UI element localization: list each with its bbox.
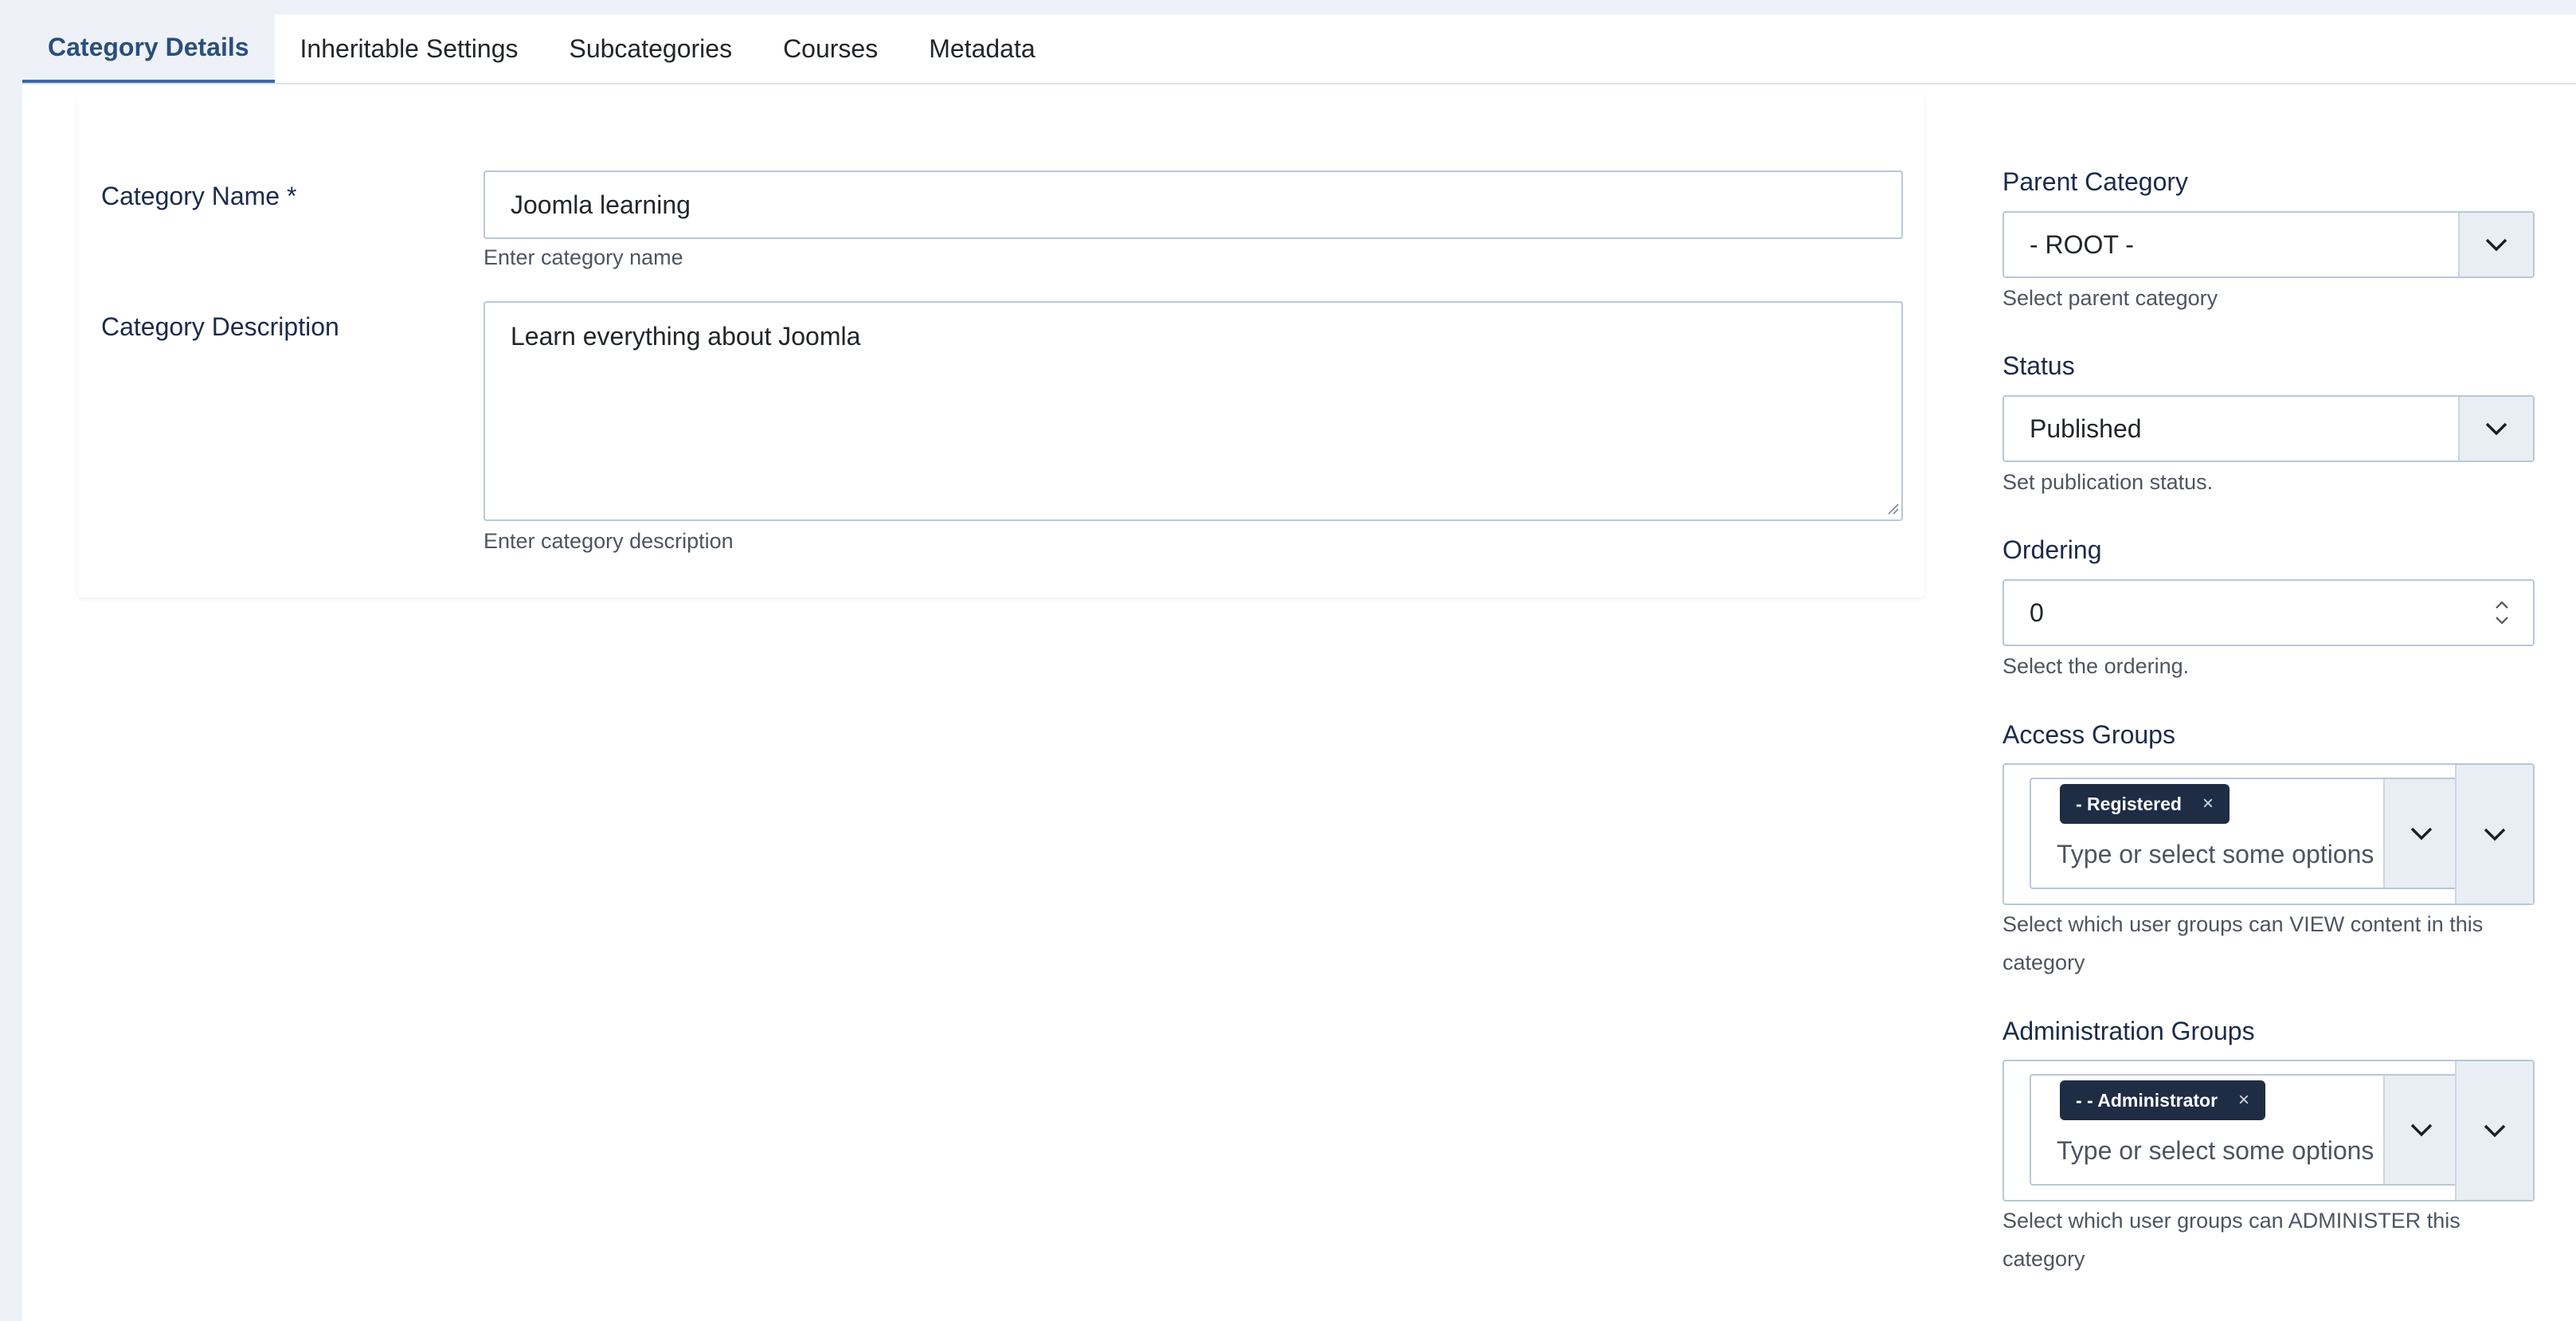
category-name-input[interactable] (483, 171, 1903, 239)
category-description-textarea[interactable]: Learn everything about Joomla (483, 301, 1903, 521)
chevron-down-icon[interactable] (2455, 765, 2533, 904)
parent-category-hint: Select parent category (2002, 286, 2218, 310)
status-select[interactable]: Published (2002, 395, 2535, 462)
access-groups-choices[interactable]: - Registered × Type or select some optio… (2030, 778, 2460, 889)
tab-subcategories[interactable]: Subcategories (543, 14, 758, 83)
ordering-label: Ordering (2002, 535, 2102, 564)
access-groups-label: Access Groups (2002, 720, 2175, 749)
tab-category-details[interactable]: Category Details (22, 14, 275, 83)
chevron-down-icon[interactable] (2455, 1061, 2533, 1200)
number-stepper-icon[interactable] (2493, 595, 2511, 630)
chevron-down-icon[interactable] (2458, 213, 2533, 276)
status-hint: Set publication status. (2002, 470, 2214, 494)
access-groups-select[interactable]: - Registered × Type or select some optio… (2002, 763, 2535, 905)
administration-groups-select[interactable]: - - Administrator × Type or select some … (2002, 1060, 2535, 1201)
access-group-chip-label: - Registered (2076, 793, 2182, 814)
parent-category-label: Parent Category (2002, 167, 2189, 196)
category-description-hint: Enter category description (483, 529, 734, 553)
details-card: Category Name * Enter category name Cate… (78, 94, 1924, 598)
parent-category-select[interactable]: - ROOT - (2002, 211, 2535, 278)
category-name-label: Category Name * (101, 182, 297, 210)
tab-inheritable-settings[interactable]: Inheritable Settings (275, 14, 544, 83)
administration-group-chip: - - Administrator × (2060, 1080, 2266, 1120)
parent-category-value: - ROOT - (2030, 230, 2134, 259)
status-label: Status (2002, 351, 2075, 380)
category-name-hint: Enter category name (483, 245, 683, 269)
access-group-chip: - Registered × (2060, 784, 2230, 824)
administration-groups-placeholder[interactable]: Type or select some options (2057, 1136, 2374, 1166)
chevron-down-icon[interactable] (2383, 779, 2458, 888)
administration-groups-label: Administration Groups (2002, 1017, 2255, 1045)
ordering-value: 0 (2030, 598, 2044, 627)
close-icon[interactable]: × (2202, 793, 2214, 815)
close-icon[interactable]: × (2238, 1089, 2249, 1111)
administration-groups-choices[interactable]: - - Administrator × Type or select some … (2030, 1074, 2460, 1186)
access-groups-hint: Select which user groups can VIEW conten… (2002, 912, 2484, 974)
access-groups-placeholder[interactable]: Type or select some options (2057, 840, 2374, 869)
resize-grip-icon[interactable] (1886, 502, 1899, 515)
ordering-input[interactable]: 0 (2002, 579, 2535, 646)
tab-courses[interactable]: Courses (758, 14, 903, 83)
ordering-hint: Select the ordering. (2002, 654, 2190, 678)
administration-group-chip-label: - - Administrator (2076, 1089, 2218, 1111)
chevron-down-icon[interactable] (2383, 1076, 2458, 1184)
chevron-down-icon[interactable] (2458, 397, 2533, 461)
tab-bar: Category Details Inheritable Settings Su… (22, 14, 2576, 84)
tab-metadata[interactable]: Metadata (903, 14, 1060, 83)
status-value: Published (2030, 414, 2142, 443)
category-description-label: Category Description (101, 312, 339, 341)
administration-groups-hint: Select which user groups can ADMINISTER … (2002, 1209, 2461, 1271)
